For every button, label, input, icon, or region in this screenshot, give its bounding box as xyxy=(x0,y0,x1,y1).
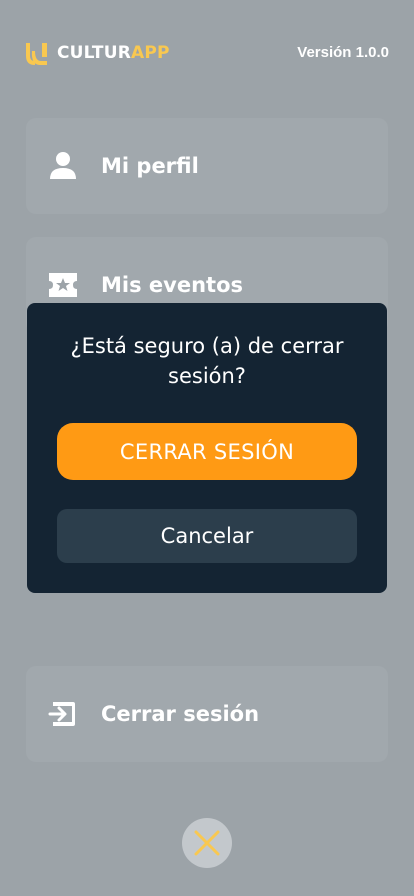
user-icon xyxy=(50,152,76,179)
logo-icon xyxy=(26,42,47,65)
confirm-logout-button[interactable]: CERRAR SESIÓN xyxy=(57,423,357,480)
ticket-star-icon xyxy=(49,273,77,297)
close-x-icon xyxy=(194,830,220,856)
logout-icon xyxy=(48,702,75,726)
menu-item-label: Cerrar sesión xyxy=(101,702,260,726)
menu-item-label: Mi perfil xyxy=(101,154,199,178)
logout-confirm-dialog: ¿Está seguro (a) de cerrar sesión? CERRA… xyxy=(27,303,387,593)
menu-item-label: Mis eventos xyxy=(101,273,243,297)
version-label: Versión 1.0.0 xyxy=(297,44,389,61)
menu-item-profile[interactable]: Mi perfil xyxy=(26,118,388,214)
cancel-button[interactable]: Cancelar xyxy=(57,509,357,563)
dialog-question: ¿Está seguro (a) de cerrar sesión? xyxy=(70,334,344,388)
close-menu-button[interactable] xyxy=(182,818,232,868)
app-header: CULTURAPP Versión 1.0.0 xyxy=(0,0,414,110)
brand-name: CULTURAPP xyxy=(57,43,170,63)
menu-item-logout[interactable]: Cerrar sesión xyxy=(26,666,388,762)
app-logo: CULTURAPP xyxy=(24,40,170,66)
